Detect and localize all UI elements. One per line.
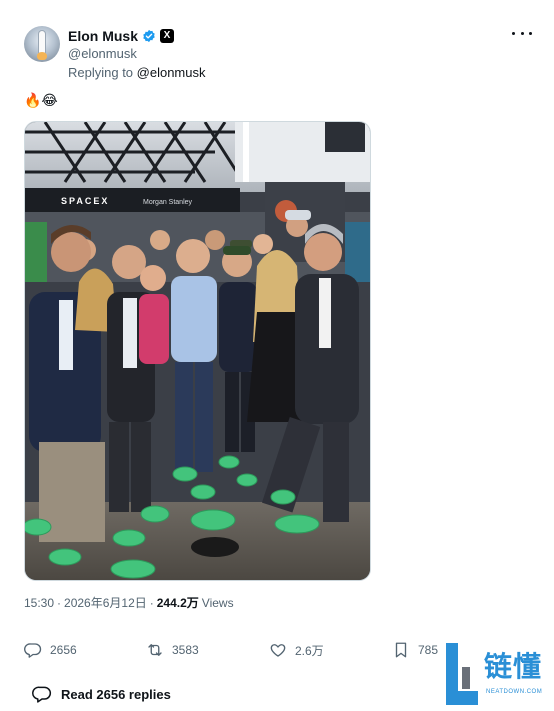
action-bar: 2656 3583 2.6万 785 (24, 640, 454, 660)
reply-bubble-icon (32, 686, 52, 703)
avatar[interactable] (24, 26, 60, 62)
bookmark-count: 785 (418, 643, 439, 657)
tweet: Elon Musk X @elonmusk Replying to @elonm… (0, 0, 554, 711)
bookmark-icon (395, 642, 407, 658)
views-count: 244.2万 (156, 596, 199, 610)
more-options-button[interactable] (512, 26, 532, 40)
heart-icon (270, 644, 286, 657)
author-handle[interactable]: @elonmusk (68, 46, 137, 61)
replying-to-line: Replying to @elonmusk (68, 65, 206, 80)
like-count: 2.6万 (295, 643, 324, 658)
flame-icon (37, 52, 47, 60)
more-dot-icon (529, 31, 532, 35)
watermark-subtitle: NEATDOWN.COM (486, 689, 543, 695)
x-affiliation-badge-icon: X (160, 29, 175, 43)
watermark: 链懂 NEATDOWN.COM (440, 641, 552, 709)
meta-separator: · (57, 596, 62, 610)
more-dot-icon (512, 31, 515, 35)
group-photo-illustration: SPACEX Morgan Stanley (25, 122, 370, 580)
tweet-time[interactable]: 15:30 (24, 596, 54, 610)
author-name-row: Elon Musk X (68, 27, 175, 45)
like-button[interactable]: 2.6万 (269, 640, 324, 660)
read-replies-button[interactable]: Read 2656 replies (32, 684, 171, 704)
repost-count: 3583 (172, 643, 199, 657)
spacex-sign: SPACEX (61, 196, 109, 206)
replying-to-label: Replying to (68, 65, 137, 80)
tweet-date[interactable]: 2026年6月12日 (64, 594, 147, 611)
tweet-meta: 15:30 · 2026年6月12日 · 244.2万 Views (24, 594, 234, 611)
bookmark-button[interactable]: 785 (392, 640, 438, 660)
reply-button[interactable]: 2656 (24, 640, 77, 660)
more-dot-icon (520, 31, 524, 35)
watermark-logo-icon (446, 643, 478, 705)
repost-button[interactable]: 3583 (146, 640, 199, 660)
morgan-stanley-sign: Morgan Stanley (143, 199, 193, 206)
meta-separator: · (149, 596, 154, 610)
tweet-text: 🔥😂 (24, 93, 58, 109)
read-replies-label: Read 2656 replies (61, 686, 171, 702)
reply-icon (24, 643, 42, 658)
verified-badge-icon (143, 29, 155, 43)
watermark-title: 链懂 (484, 650, 543, 683)
tweet-photo[interactable]: SPACEX Morgan Stanley (24, 121, 371, 581)
repost-icon (148, 644, 162, 656)
author-display-name[interactable]: Elon Musk (68, 28, 138, 44)
rocket-icon (39, 31, 45, 53)
views-label: Views (201, 596, 234, 610)
reply-count: 2656 (50, 643, 77, 657)
replying-to-mention-link[interactable]: @elonmusk (137, 65, 206, 80)
